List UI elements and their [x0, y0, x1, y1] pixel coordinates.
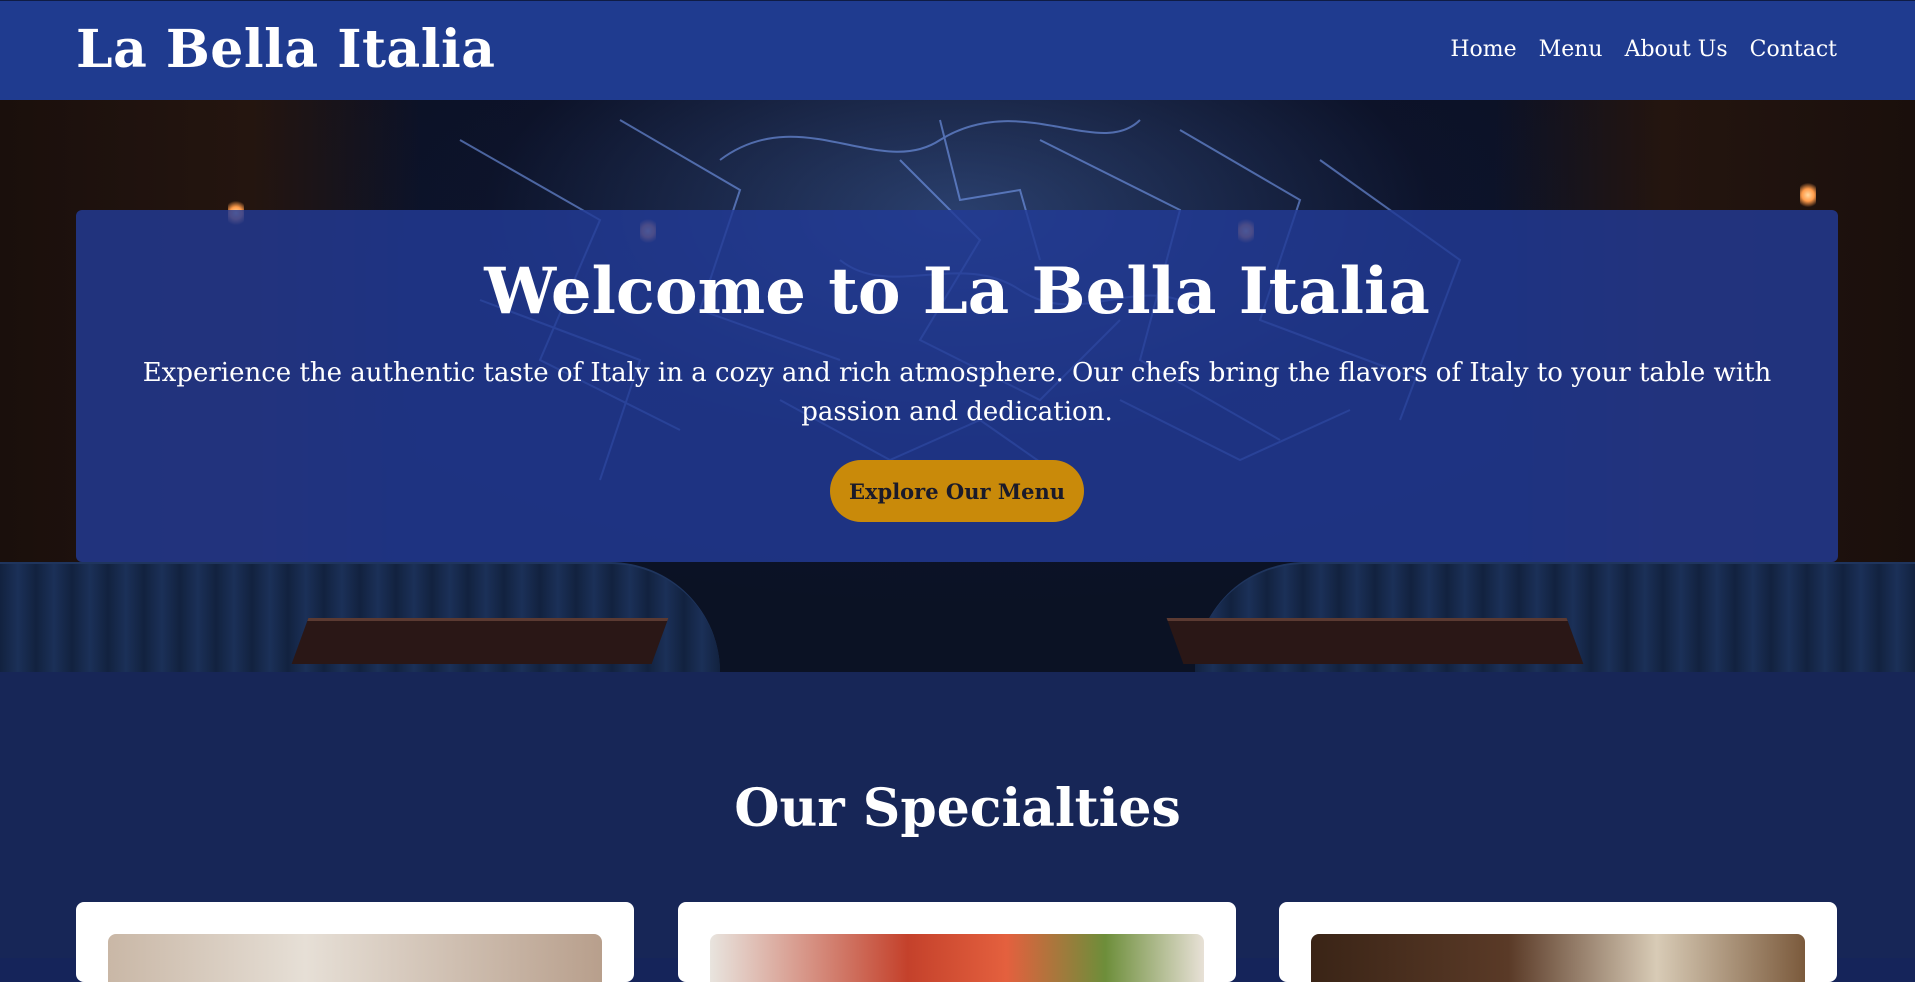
logo[interactable]: La Bella Italia [76, 19, 495, 80]
specialties-section: Our Specialties [0, 672, 1915, 982]
specialty-card-2-image [710, 934, 1204, 982]
nav-link-about-us[interactable]: About Us [1625, 37, 1728, 62]
specialties-title: Our Specialties [734, 778, 1181, 839]
nav-link-home[interactable]: Home [1450, 37, 1516, 62]
site-header: La Bella Italia Home Menu About Us Conta… [0, 0, 1915, 100]
dining-table-left [291, 618, 669, 664]
specialty-card-1[interactable] [76, 902, 634, 982]
specialty-card-3-image [1311, 934, 1805, 982]
wall-lamp-right [1800, 182, 1816, 208]
hero-description: Experience the authentic taste of Italy … [142, 358, 1772, 427]
hero-content-panel: Welcome to La Bella Italia Experience th… [76, 210, 1838, 562]
specialty-card-3[interactable] [1279, 902, 1837, 982]
hero-title: Welcome to La Bella Italia [484, 254, 1430, 329]
nav-link-contact[interactable]: Contact [1750, 37, 1837, 62]
dining-table-right [1166, 618, 1584, 664]
specialty-card-1-image [108, 934, 602, 982]
hero-section: Welcome to La Bella Italia Experience th… [0, 100, 1915, 672]
specialty-card-2[interactable] [678, 902, 1236, 982]
main-nav: Home Menu About Us Contact [1450, 37, 1837, 62]
explore-menu-button[interactable]: Explore Our Menu [830, 460, 1084, 522]
nav-link-menu[interactable]: Menu [1539, 37, 1603, 62]
